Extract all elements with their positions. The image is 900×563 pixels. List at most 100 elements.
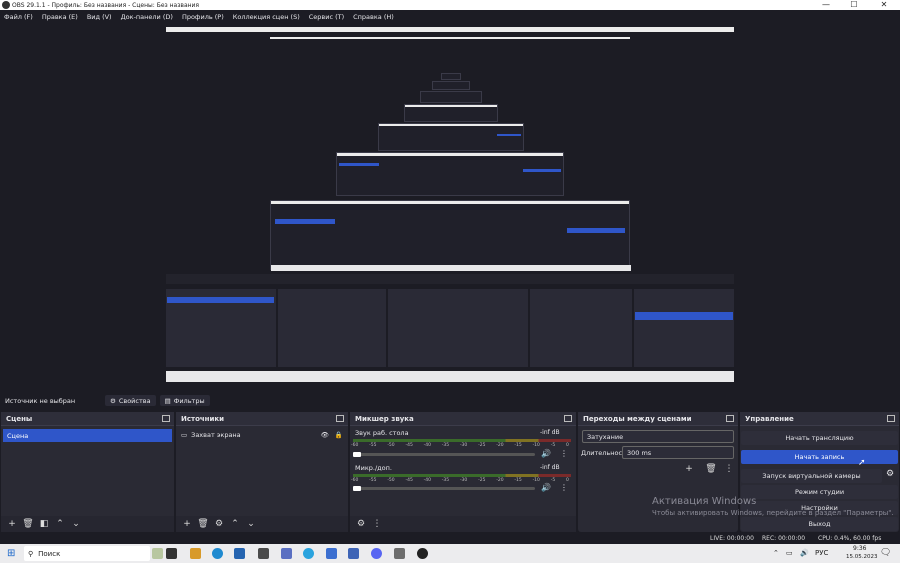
controls-title: Управление [740, 412, 899, 426]
volume-slider[interactable] [353, 486, 535, 491]
channel-name: Микр./доп. [355, 464, 392, 472]
move-up-icon[interactable]: ⌃ [54, 518, 66, 530]
speaker-icon[interactable]: 🔊 [541, 449, 551, 458]
sources-title: Источники [176, 412, 348, 426]
lock-icon[interactable]: 🔒 [335, 431, 343, 439]
menu-file[interactable]: Файл (F) [4, 13, 33, 21]
mixer-title: Микшер звука [350, 412, 576, 426]
meter-ticks: -60 -55 -50 -45 -40 -35 -30 -25 -20 -15 -10 -5 0 [351, 443, 569, 448]
undock-icon[interactable] [564, 415, 572, 422]
more-icon[interactable]: ⋮ [560, 449, 568, 458]
monitor-app-icon[interactable] [348, 548, 359, 559]
minimize-button[interactable]: — [812, 0, 840, 10]
telegram-icon[interactable] [303, 548, 314, 559]
volume-icon[interactable]: 🔊 [800, 549, 809, 557]
obs-logo-icon [2, 1, 10, 9]
menu-docks[interactable]: Док-панели (D) [121, 13, 173, 21]
move-down-icon[interactable]: ⌄ [245, 518, 257, 530]
trash-icon[interactable]: 🗑 [705, 463, 717, 475]
channel-level: -inf dB [540, 464, 560, 471]
obs-taskbar-icon[interactable] [417, 548, 428, 559]
notifications-icon[interactable]: 🗨 [880, 548, 891, 558]
add-source-icon[interactable]: + [181, 518, 193, 530]
edge-icon[interactable] [212, 548, 223, 559]
task-view-icon[interactable] [166, 548, 177, 559]
eye-icon[interactable]: 👁 [321, 431, 329, 439]
menu-edit[interactable]: Правка (E) [42, 13, 78, 21]
status-bar: LIVE: 00:00:00 REC: 00:00:00 CPU: 0.4%, … [0, 533, 900, 544]
mouse-cursor-icon: ➚ [858, 458, 866, 468]
windows-start-icon[interactable]: ⊞ [7, 548, 15, 559]
transition-select[interactable]: Затухание [582, 430, 734, 443]
app-icon[interactable] [258, 548, 269, 559]
trash-icon[interactable]: 🗑 [22, 518, 34, 530]
preview-canvas[interactable] [166, 27, 734, 382]
scenes-dock: Сцены Сцена + 🗑 ◧ ⌃ ⌄ [1, 412, 174, 532]
undock-icon[interactable] [162, 415, 170, 422]
discord-icon[interactable] [371, 548, 382, 559]
close-button[interactable]: ✕ [870, 0, 898, 10]
channel-name: Звук раб. стола [355, 429, 409, 437]
mixer-menu-icon[interactable]: ⋮ [371, 518, 383, 530]
gear-icon[interactable]: ⚙ [886, 469, 894, 479]
volume-meter [353, 439, 571, 442]
move-down-icon[interactable]: ⌄ [70, 518, 82, 530]
app-icon[interactable] [281, 548, 292, 559]
clock-time[interactable]: 9:36 [853, 545, 866, 552]
app-icon[interactable] [326, 548, 337, 559]
menu-help[interactable]: Справка (H) [353, 13, 394, 21]
sources-dock: Источники ▭ Захват экрана 👁 🔒 + 🗑 ⚙ ⌃ ⌄ [176, 412, 348, 532]
widget-icon[interactable] [152, 548, 163, 559]
rec-status: REC: 00:00:00 [762, 535, 806, 542]
more-icon[interactable]: ⋮ [560, 483, 568, 492]
volume-slider[interactable] [353, 452, 535, 457]
add-transition-icon[interactable]: + [683, 463, 695, 475]
start-streaming-button[interactable]: Начать трансляцию [741, 431, 898, 445]
title-bar: OBS 29.1.1 - Профиль: Без названия - Сце… [0, 0, 900, 10]
search-icon: ⚲ [28, 549, 34, 558]
transitions-title: Переходы между сценами [578, 412, 738, 426]
add-scene-icon[interactable]: + [6, 518, 18, 530]
exit-button[interactable]: Выход [741, 517, 898, 531]
source-item[interactable]: ▭ Захват экрана 👁 🔒 [181, 431, 343, 439]
filters-button[interactable]: ▤ Фильтры [159, 395, 210, 406]
search-box[interactable]: ⚲ Поиск [24, 546, 150, 561]
scene-filters-icon[interactable]: ◧ [38, 518, 50, 530]
start-recording-button[interactable]: Начать запись [741, 450, 898, 464]
meter-ticks: -60 -55 -50 -45 -40 -35 -30 -25 -20 -15 -10 -5 0 [351, 478, 569, 483]
windows-activation-watermark: Активация Windows Чтобы активировать Win… [652, 496, 894, 517]
source-settings-icon[interactable]: ⚙ [213, 518, 225, 530]
filter-icon: ▤ [164, 396, 171, 405]
channel-level: -inf dB [540, 429, 560, 436]
cpu-status: CPU: 0.4%, 60.00 fps [818, 535, 882, 542]
no-source-label: Источник не выбран [5, 396, 76, 405]
menu-view[interactable]: Вид (V) [87, 13, 112, 21]
maximize-button[interactable]: ☐ [840, 0, 868, 10]
move-up-icon[interactable]: ⌃ [229, 518, 241, 530]
scene-item[interactable]: Сцена [3, 429, 172, 442]
tray-chevron-icon[interactable]: ⌃ [773, 549, 779, 557]
speaker-icon[interactable]: 🔊 [541, 483, 551, 492]
app-icon[interactable] [394, 548, 405, 559]
undock-icon[interactable] [336, 415, 344, 422]
volume-meter [353, 474, 571, 477]
file-explorer-icon[interactable] [190, 548, 201, 559]
undock-icon[interactable] [887, 415, 895, 422]
menu-tools[interactable]: Сервис (T) [309, 13, 344, 21]
taskbar: ⊞ ⚲ Поиск ⌃ ▭ 🔊 РУС 9:36 15.05.2023 🗨 [0, 544, 900, 563]
trash-icon[interactable]: 🗑 [197, 518, 209, 530]
undock-icon[interactable] [726, 415, 734, 422]
advanced-audio-icon[interactable]: ⚙ [355, 518, 367, 530]
network-icon[interactable]: ▭ [786, 549, 793, 557]
properties-button[interactable]: ⚙ Свойства [105, 395, 156, 406]
language-indicator[interactable]: РУС [815, 549, 828, 557]
mail-icon[interactable] [234, 548, 245, 559]
menu-scene-collection[interactable]: Коллекция сцен (S) [233, 13, 300, 21]
transition-menu-icon[interactable]: ⋮ [723, 463, 735, 475]
clock-date[interactable]: 15.05.2023 [846, 554, 878, 560]
menu-profile[interactable]: Профиль (P) [182, 13, 224, 21]
start-virtual-camera-button[interactable]: Запуск виртуальной камеры [741, 469, 882, 483]
source-toolbar: Источник не выбран ⚙ Свойства ▤ Фильтры [0, 394, 900, 407]
duration-field[interactable]: 300 ms [622, 446, 734, 459]
window-title: OBS 29.1.1 - Профиль: Без названия - Сце… [12, 1, 200, 9]
